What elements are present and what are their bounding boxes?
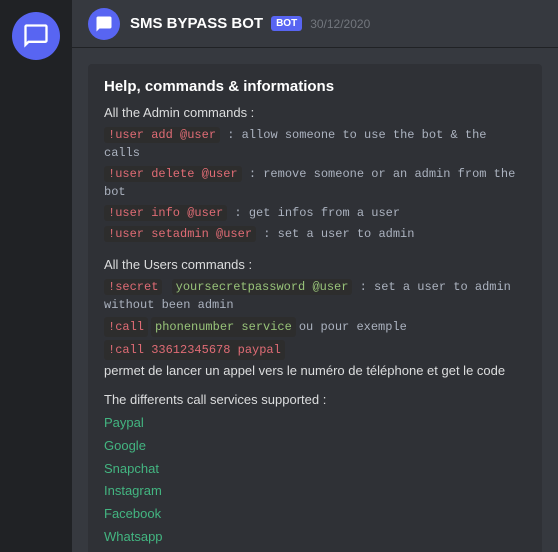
services-title: The differents call services supported : [104,392,526,407]
header-info: SMS BYPASS BOT BOT 30/12/2020 [130,15,370,32]
admin-cmd-3: !user info @user : get infos from a user [104,204,526,222]
call-desc: permet de lancer un appel vers le numéro… [104,363,526,378]
cmd-keyword: !user setadmin @user [104,226,256,242]
main-content: SMS BYPASS BOT BOT 30/12/2020 Help, comm… [72,0,558,552]
cmd-keyword: !user add @user [104,127,220,143]
cmd-keyword: !secret [104,279,162,295]
admin-cmd-4: !user setadmin @user : set a user to adm… [104,225,526,243]
service-whatsapp: Whatsapp [104,527,526,548]
cmd-text: : get infos from a user [234,206,400,220]
cmd-keyword: !user delete @user [104,166,242,182]
bot-name: SMS BYPASS BOT [130,15,263,32]
service-instagram: Instagram [104,481,526,502]
bot-badge: BOT [271,16,302,31]
service-google: Google [104,436,526,457]
cmd-text: : set a user to admin [263,227,414,241]
channel-header: SMS BYPASS BOT BOT 30/12/2020 [72,0,558,48]
admin-cmd-2: !user delete @user : remove someone or a… [104,165,526,201]
bot-icon [95,15,113,33]
admin-cmd-1: !user add @user : allow someone to use t… [104,126,526,162]
user-cmd-2: !call phonenumber service ou pour exempl… [104,317,526,360]
user-cmd-1: !secret yoursecretpassword @user : set a… [104,278,526,314]
message-title: Help, commands & informations [104,78,526,95]
header-date: 30/12/2020 [310,17,370,31]
cmd-call: !call [104,317,148,337]
sidebar [0,0,72,552]
services-section: The differents call services supported :… [104,392,526,552]
service-paypal: Paypal [104,413,526,434]
cmd-phonenumber: phonenumber service [151,317,296,337]
app-container: SMS BYPASS BOT BOT 30/12/2020 Help, comm… [0,0,558,552]
cmd-example: !call 33612345678 paypal [104,340,285,360]
admin-commands-block: All the Admin commands : !user add @user… [104,105,526,243]
message-card: Help, commands & informations All the Ad… [88,64,542,552]
messages-area[interactable]: Help, commands & informations All the Ad… [72,48,558,552]
cmd-param: yoursecretpassword @user [172,279,353,295]
cmd-keyword: !user info @user [104,205,227,221]
admin-section-label: All the Admin commands : [104,105,526,120]
server-icon[interactable] [12,12,60,60]
service-snapchat: Snapchat [104,459,526,480]
cmd-ou: ou pour exemple [299,318,407,336]
bot-avatar [88,8,120,40]
service-facebook: Facebook [104,504,526,525]
users-section-label: All the Users commands : [104,257,526,272]
users-commands-block: All the Users commands : !secret yoursec… [104,257,526,378]
chat-icon [22,22,50,50]
